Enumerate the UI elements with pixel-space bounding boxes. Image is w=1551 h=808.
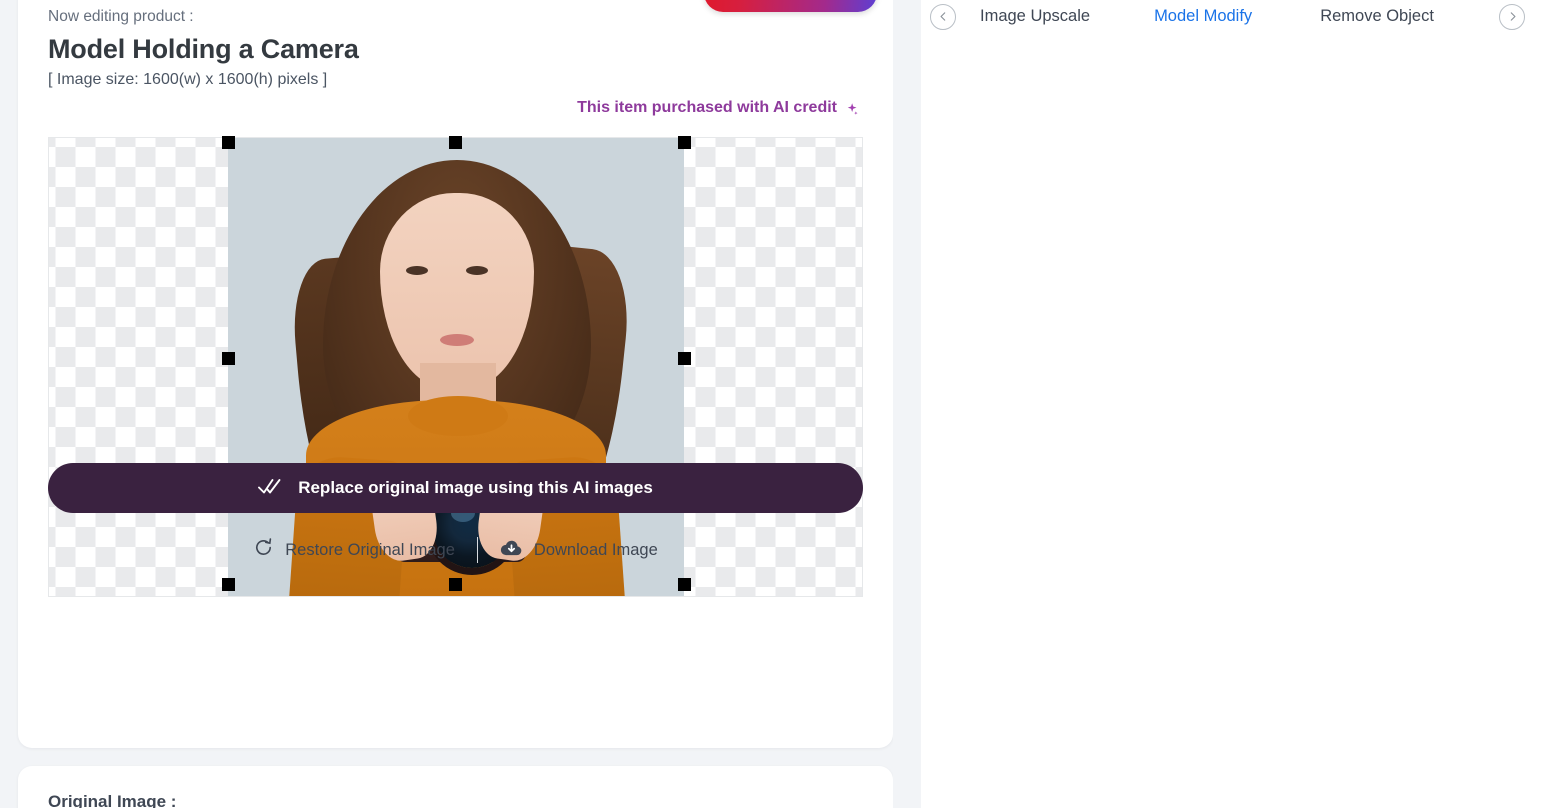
photo-collar (408, 396, 508, 436)
purchased-with-credit-note: This item purchased with AI credit (577, 99, 858, 117)
restore-original-image-button[interactable]: Restore Original Image (231, 537, 477, 563)
tool-tabs: Image Upscale Model Modify Remove Object (921, 0, 1551, 33)
sparkle-icon (718, 0, 734, 1)
download-image-button[interactable]: Download Image (478, 537, 680, 563)
photo-face (380, 193, 534, 389)
download-button-label: Download Image (533, 540, 658, 559)
tab-image-upscale[interactable]: Image Upscale (970, 7, 1100, 26)
editor-card: Now editing product : Model Holding a Ca… (18, 0, 893, 748)
selection-handle-middle-left[interactable] (222, 352, 235, 365)
replace-original-image-button[interactable]: Replace original image using this AI ima… (48, 463, 863, 513)
now-editing-label: Now editing product : (48, 8, 194, 25)
original-image-label: Original Image : (48, 792, 177, 808)
secondary-actions: Restore Original Image Download Image (48, 532, 863, 568)
selection-handle-bottom-center[interactable] (449, 578, 462, 591)
credits-badge[interactable]: 1482 credits left (703, 0, 877, 12)
tab-remove-object[interactable]: Remove Object (1310, 7, 1444, 26)
restore-icon (253, 537, 274, 563)
selection-handle-top-left[interactable] (222, 136, 235, 149)
selection-handle-top-right[interactable] (678, 136, 691, 149)
restore-button-label: Restore Original Image (285, 540, 455, 559)
photo-eye-right (466, 266, 488, 275)
tabs-prev-arrow-icon[interactable] (930, 3, 956, 30)
credits-badge-label: 1482 credits left (742, 0, 859, 2)
image-canvas[interactable] (48, 136, 863, 597)
image-size-text: [ Image size: 1600(w) x 1600(h) pixels ] (48, 71, 328, 88)
original-image-card: Original Image : (18, 766, 893, 808)
double-check-icon (258, 477, 284, 500)
app-root: Now editing product : Model Holding a Ca… (0, 0, 1551, 808)
download-cloud-icon (500, 537, 523, 563)
selection-handle-bottom-left[interactable] (222, 578, 235, 591)
purchased-note-label: This item purchased with AI credit (577, 99, 837, 116)
tab-model-modify[interactable]: Model Modify (1144, 7, 1262, 26)
selection-handle-top-center[interactable] (449, 136, 462, 149)
page-title: Model Holding a Camera (48, 34, 359, 64)
photo-lips (440, 334, 474, 346)
editor-left-pane: Now editing product : Model Holding a Ca… (0, 0, 893, 808)
selection-handle-bottom-right[interactable] (678, 578, 691, 591)
tools-right-pane: Image Upscale Model Modify Remove Object… (921, 0, 1551, 808)
photo-eye-left (406, 266, 428, 275)
tabs-next-arrow-icon[interactable] (1499, 3, 1525, 30)
replace-button-label: Replace original image using this AI ima… (298, 478, 653, 497)
sparkle-small-icon (844, 102, 858, 115)
generated-image[interactable] (228, 138, 684, 596)
selection-handle-middle-right[interactable] (678, 352, 691, 365)
